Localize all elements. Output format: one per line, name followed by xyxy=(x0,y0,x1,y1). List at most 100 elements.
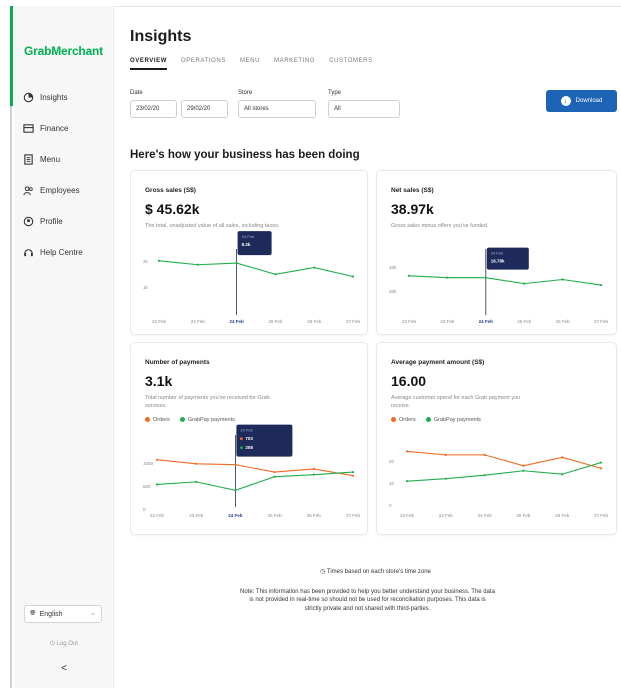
tab-menu[interactable]: MENU xyxy=(240,58,260,70)
data-point xyxy=(444,477,447,480)
logout-link[interactable]: ⏻ Log Out xyxy=(14,641,114,648)
x-tick-label: 26 Feb xyxy=(556,319,571,324)
tab-overview[interactable]: OVERVIEW xyxy=(130,58,168,70)
tab-marketing[interactable]: MARKETING xyxy=(274,58,315,70)
disclaimer-note: Note: This information has been provided… xyxy=(240,589,495,612)
tooltip-value: 8.2k xyxy=(242,242,251,247)
x-tick-label: 26 Feb xyxy=(307,513,322,518)
download-button[interactable]: ↓ Download xyxy=(546,90,617,112)
chevron-down-icon: ⌄ xyxy=(90,610,96,617)
clock-icon: ◷ xyxy=(320,569,327,575)
x-tick-label: 23 Feb xyxy=(189,513,204,518)
profile-icon xyxy=(22,216,34,228)
x-tick-label: 23 Feb xyxy=(440,319,455,324)
tooltip-date: 24 Feb xyxy=(240,428,253,433)
type-label: Type xyxy=(328,90,342,96)
data-point xyxy=(351,474,355,477)
x-tick-label: 23 Feb xyxy=(439,513,454,518)
data-point xyxy=(157,259,161,262)
x-tick-label: 26 Feb xyxy=(307,319,322,324)
x-tick-label: 25 Feb xyxy=(268,513,283,518)
x-tick-label: 25 Feb xyxy=(516,513,531,518)
sidebar-item-help-centre[interactable]: Help Centre xyxy=(22,237,112,268)
download-icon: ↓ xyxy=(560,96,571,106)
series-line xyxy=(406,450,602,469)
x-tick-label: 27 Feb xyxy=(346,513,361,518)
accent-bar xyxy=(10,6,13,106)
date-label: Date xyxy=(130,90,143,96)
date-from-field[interactable]: 23/02/20 xyxy=(130,100,177,118)
x-tick-label: 22 Feb xyxy=(150,513,165,518)
sidebar-item-label: Help Centre xyxy=(40,248,83,257)
employees-icon xyxy=(22,185,34,197)
menu-icon xyxy=(22,154,34,166)
number-of-payments-card: Number of payments 3.1k Total number of … xyxy=(130,342,368,535)
x-tick-label: 23 Feb xyxy=(191,319,206,324)
gross-sales-chart[interactable]: 2k 1k 22 Feb 23 Feb 24 Feb 25 Feb 26 Feb 27 Feb… xyxy=(131,171,369,336)
sidebar: GrabMerchant Insights Finance Menu Emplo… xyxy=(14,6,114,688)
download-label: Download xyxy=(575,98,603,104)
tooltip-orders-dot xyxy=(240,437,243,441)
data-point xyxy=(273,475,276,478)
data-point xyxy=(522,464,525,467)
date-to-field[interactable]: 29/02/20 xyxy=(181,100,228,118)
data-point xyxy=(274,273,277,276)
data-point xyxy=(195,480,198,483)
y-tick-label: 0 xyxy=(389,503,392,508)
language-select[interactable]: 🌐︎ English ⌄ xyxy=(24,605,102,623)
net-sales-chart[interactable]: 10k 20k 22 Feb 23 Feb 24 Feb 25 Feb 26 Feb 27 F… xyxy=(377,171,618,336)
insights-icon xyxy=(22,92,34,104)
series-line xyxy=(156,459,354,477)
brand-logo[interactable]: GrabMerchant xyxy=(24,44,103,58)
average-payment-card: Average payment amount (S$) 16.00 Averag… xyxy=(376,342,617,535)
data-point xyxy=(446,276,449,279)
data-point xyxy=(407,274,411,277)
data-point xyxy=(155,458,159,461)
sidebar-item-finance[interactable]: Finance xyxy=(22,113,112,144)
sidebar-item-employees[interactable]: Employees xyxy=(22,175,112,206)
x-tick-label: 24 Feb xyxy=(479,319,494,324)
collapse-sidebar-button[interactable]: < xyxy=(14,663,114,674)
sidebar-nav: Insights Finance Menu Employees Profile xyxy=(22,82,112,268)
data-point xyxy=(599,284,603,287)
gross-sales-card: Gross sales (S$) $ 45.62k The total, una… xyxy=(130,170,368,335)
data-point xyxy=(483,453,486,456)
tab-operations[interactable]: OPERATIONS xyxy=(181,58,226,70)
tooltip-value: 16.78k xyxy=(491,259,505,264)
sidebar-item-label: Profile xyxy=(40,217,63,226)
sidebar-item-label: Insights xyxy=(40,93,68,102)
sidebar-item-profile[interactable]: Profile xyxy=(22,206,112,237)
page-title: Insights xyxy=(130,28,192,45)
tooltip-date: 24 Feb xyxy=(242,234,255,239)
finance-icon xyxy=(22,123,34,135)
logout-label: Log Out xyxy=(56,641,78,647)
net-sales-card: Net sales (S$) 38.97k Gross sales minus … xyxy=(376,170,617,335)
sidebar-item-menu[interactable]: Menu xyxy=(22,144,112,175)
data-point xyxy=(351,470,355,474)
data-point xyxy=(273,470,276,474)
data-point xyxy=(484,276,487,279)
data-point xyxy=(561,278,564,281)
data-point xyxy=(405,480,409,483)
timezone-text: Times based on each store's time zone xyxy=(326,569,431,575)
sidebar-item-insights[interactable]: Insights xyxy=(22,82,112,113)
section-title: Here's how your business has been doing xyxy=(130,149,360,161)
average-payment-chart[interactable]: 20 10 0 22 Feb 23 Feb 24 Feb 25 Feb 26 Feb 27 Fe… xyxy=(377,343,618,536)
data-point xyxy=(195,462,198,465)
y-tick-label: 0 xyxy=(143,507,146,512)
y-tick-label: 10k xyxy=(389,265,397,270)
series-line xyxy=(158,260,354,278)
number-of-payments-chart[interactable]: 1000 500 0 22 Feb 23 Feb 24 Feb 25 Feb 26 Feb 27… xyxy=(131,343,369,536)
tab-customers[interactable]: CUSTOMERS xyxy=(329,58,373,70)
store-select[interactable]: All stores xyxy=(238,100,316,118)
y-tick-label: 10 xyxy=(389,481,395,486)
x-tick-label: 22 Feb xyxy=(402,319,417,324)
type-select[interactable]: All xyxy=(328,100,400,118)
x-tick-label: 24 Feb xyxy=(229,319,244,324)
series-line xyxy=(408,275,602,286)
data-point xyxy=(522,469,525,472)
data-point xyxy=(599,467,603,470)
help-icon xyxy=(22,247,34,259)
data-point xyxy=(405,450,409,453)
x-tick-label: 24 Feb xyxy=(228,513,243,518)
